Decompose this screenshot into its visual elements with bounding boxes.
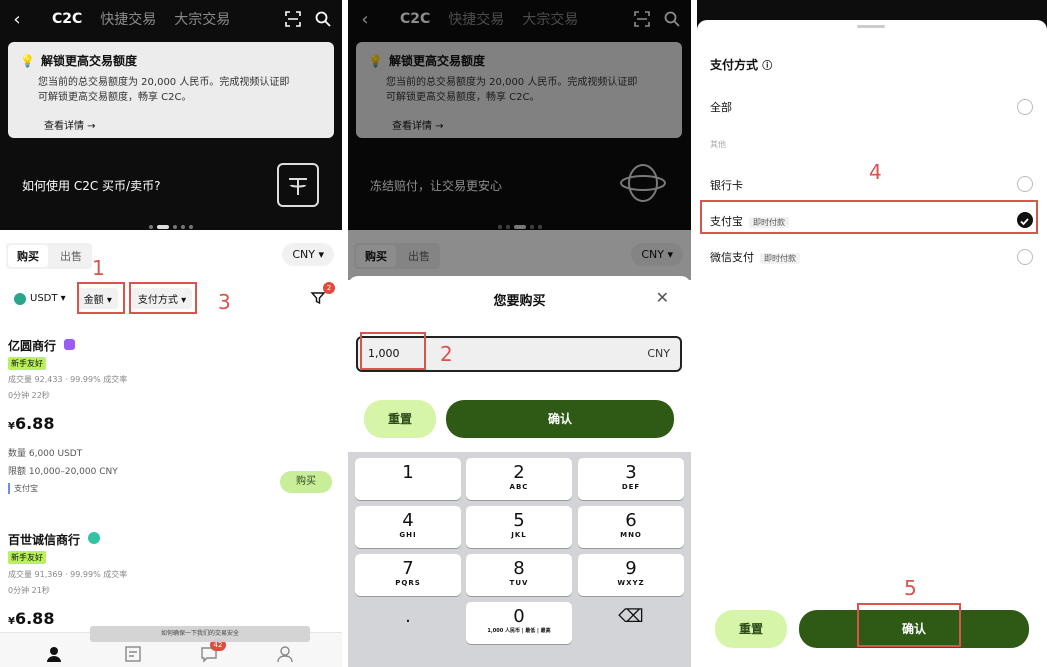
scan-icon[interactable]	[284, 10, 302, 28]
back-icon[interactable]: ‹	[0, 9, 34, 30]
view-details-link[interactable]: 查看详情 →	[20, 117, 322, 132]
radio-all[interactable]	[1017, 99, 1033, 115]
confirm-button[interactable]: 确认	[446, 400, 674, 438]
panel-amount-input: ‹ C2C 快捷交易 大宗交易 💡 解锁更高交易额度 您当前的总交易额度为 20,…	[348, 0, 691, 667]
toast-message: 如何确保一下我们的交易安全	[90, 626, 310, 642]
asset-filter[interactable]: USDT ▾	[30, 293, 66, 304]
key-5[interactable]: 5 JKL	[466, 506, 572, 548]
close-icon[interactable]: ✕	[656, 288, 669, 307]
verified-badge-icon	[88, 532, 100, 544]
reset-button[interactable]: 重置	[364, 400, 436, 438]
search-icon[interactable]	[314, 10, 332, 28]
lightbulb-icon: 💡	[20, 53, 35, 68]
key-8[interactable]: 8 TUV	[466, 554, 572, 596]
backspace-icon[interactable]: ⌫	[578, 602, 684, 644]
numeric-keypad: 1 2 ABC 3 DEF 4 GHI 5 JKL 6 MNO 7 PQRS 8 TUV 9W…	[348, 452, 691, 667]
carousel-dots	[0, 214, 342, 233]
filter-icon[interactable]	[310, 290, 326, 306]
merchant-name[interactable]: 百世诚信商行	[8, 531, 80, 548]
limit-card-body-2: 可解锁更高交易额度，畅享 C2C。	[38, 92, 192, 103]
reset-button[interactable]: 重置	[715, 610, 787, 648]
drag-handle[interactable]	[857, 25, 885, 28]
key-1[interactable]: 1	[355, 458, 461, 500]
limit-card: 💡 解锁更高交易额度 您当前的总交易额度为 20,000 人民币。完成视频认证即可…	[8, 42, 334, 138]
merchant-stats: 成交量 91,369 · 99.99% 成交率	[8, 570, 128, 579]
radio-wechat-pay[interactable]	[1017, 249, 1033, 265]
merchant-name[interactable]: 亿圆商行	[8, 337, 56, 354]
info-icon[interactable]: ⓘ	[762, 61, 772, 72]
key-dot[interactable]: .	[355, 602, 461, 644]
option-all[interactable]: 全部	[710, 99, 732, 115]
tab-c2c[interactable]: C2C	[52, 11, 82, 27]
filter-badge: 2	[323, 282, 335, 294]
key-3[interactable]: 3 DEF	[578, 458, 684, 500]
key-2[interactable]: 2 ABC	[466, 458, 572, 500]
highlight-amount	[77, 282, 125, 314]
annotation-4: 4	[869, 160, 882, 184]
highlight-amount-input	[360, 332, 426, 370]
highlight-confirm	[857, 603, 961, 647]
limit-card-title: 解锁更高交易额度	[40, 54, 137, 68]
panel-payment-method: 支付方式 ⓘ 全部 其他 银行卡 支付宝 即时付款 微信支付 即时付款 4 重置 确…	[697, 0, 1047, 667]
highlight-alipay	[700, 200, 1038, 234]
panel-market-list: ‹ C2C 快捷交易 大宗交易 💡 解锁更高交易额度 您当前的总交易额度为 20,…	[0, 0, 342, 667]
annotation-2: 2	[440, 342, 453, 366]
key-9[interactable]: 9 WXYZ	[578, 554, 684, 596]
key-6[interactable]: 6 MNO	[578, 506, 684, 548]
merchant-time: 0分钟 21秒	[8, 586, 50, 595]
limit-card-body-1: 您当前的总交易额度为 20,000 人民币。完成视频认证即	[38, 77, 290, 88]
buy-tab[interactable]: 购买	[8, 245, 48, 267]
merchant-stats: 成交量 92,433 · 99.99% 成交率	[8, 375, 128, 384]
promo-text[interactable]: 如何使用 C2C 买币/卖币?	[22, 177, 160, 194]
merchant-limit: 限额 10,000–20,000 CNY	[8, 467, 118, 477]
orders-icon[interactable]	[124, 645, 142, 663]
merchant-price: ¥6.88	[8, 609, 55, 628]
tether-icon	[277, 163, 319, 207]
users-icon[interactable]	[46, 645, 66, 663]
merchant-tag: 新手友好	[8, 357, 46, 370]
currency-select[interactable]: CNY ▾	[282, 243, 334, 266]
profile-icon[interactable]	[276, 645, 294, 663]
tab-block-trade[interactable]: 大宗交易	[174, 9, 230, 29]
annotation-1: 1	[92, 256, 105, 280]
amount-currency: CNY	[647, 347, 670, 360]
merchant-tag: 新手友好	[8, 551, 46, 564]
payment-title: 支付方式 ⓘ	[710, 58, 773, 72]
radio-bank-card[interactable]	[1017, 176, 1033, 192]
highlight-payment	[129, 282, 197, 314]
key-7[interactable]: 7 PQRS	[355, 554, 461, 596]
tab-quick-trade[interactable]: 快捷交易	[100, 9, 156, 29]
merchant-time: 0分钟 22秒	[8, 391, 50, 400]
merchant-price: ¥6.88	[8, 414, 55, 433]
merchant-quantity: 数量 6,000 USDT	[8, 449, 83, 459]
screenshot-collage: ‹ C2C 快捷交易 大宗交易 💡 解锁更高交易额度 您当前的总交易额度为 20,…	[0, 0, 1047, 667]
modal-overlay[interactable]	[348, 0, 691, 280]
usdt-icon	[14, 292, 26, 305]
keypad-overlay-text: 1,000 人民币 | 最低 | 最高	[487, 628, 551, 634]
annotation-3: 3	[218, 290, 231, 314]
buy-button[interactable]: 购买	[280, 471, 332, 493]
key-0[interactable]: 0 1,000 人民币 | 最低 | 最高	[466, 602, 572, 644]
annotation-5: 5	[904, 576, 917, 600]
option-wechat-pay[interactable]: 微信支付 即时付款	[710, 249, 800, 265]
option-bank-card[interactable]: 银行卡	[710, 177, 743, 193]
buy-sell-toggle: 购买 出售	[6, 243, 92, 269]
sell-tab[interactable]: 出售	[50, 243, 92, 269]
merchant-payment: 支付宝	[8, 483, 38, 494]
key-4[interactable]: 4 GHI	[355, 506, 461, 548]
payment-sheet: 支付方式 ⓘ 全部 其他 银行卡 支付宝 即时付款 微信支付 即时付款 4 重置 确…	[697, 20, 1047, 667]
top-nav: ‹ C2C 快捷交易 大宗交易	[0, 0, 342, 38]
other-label: 其他	[710, 140, 726, 149]
sheet-title: 您要购买	[493, 294, 546, 309]
verified-badge-icon	[64, 339, 75, 350]
